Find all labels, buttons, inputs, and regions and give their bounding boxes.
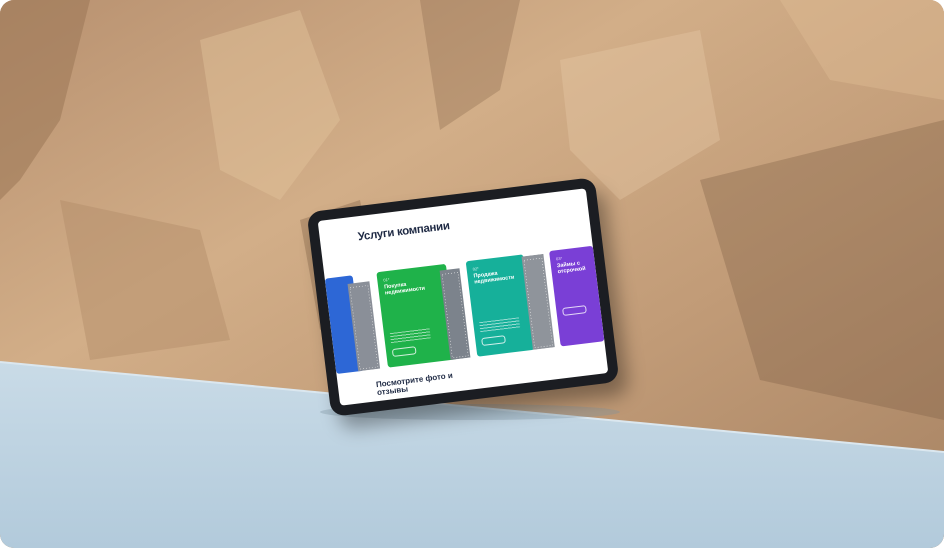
photo-scene: Услуги компании 01* Покупка недвижимости [0, 0, 944, 548]
card-tag: 01* [383, 276, 390, 283]
tablet-device: Услуги компании 01* Покупка недвижимости [306, 177, 620, 417]
card-button[interactable] [562, 305, 587, 316]
card-tag: 02* [472, 265, 479, 272]
card-description-lines [479, 317, 521, 333]
card-description-lines [389, 328, 431, 344]
service-cards-row: 01* Покупка недвижимости 02* Продажа нед… [324, 245, 605, 374]
card-name: Покупка недвижимости [383, 281, 426, 297]
card-button[interactable] [481, 335, 506, 347]
screen-subtitle: Посмотрите фото и отзывы [375, 370, 454, 398]
screen-title: Услуги компании [357, 220, 451, 244]
card-name: Продажа недвижимости [473, 270, 515, 286]
card-button[interactable] [391, 346, 417, 358]
card-name: Займы с отсрочкой [556, 260, 586, 276]
card-tag: 03* [555, 255, 563, 262]
tablet-screen: Услуги компании 01* Покупка недвижимости [317, 188, 609, 406]
